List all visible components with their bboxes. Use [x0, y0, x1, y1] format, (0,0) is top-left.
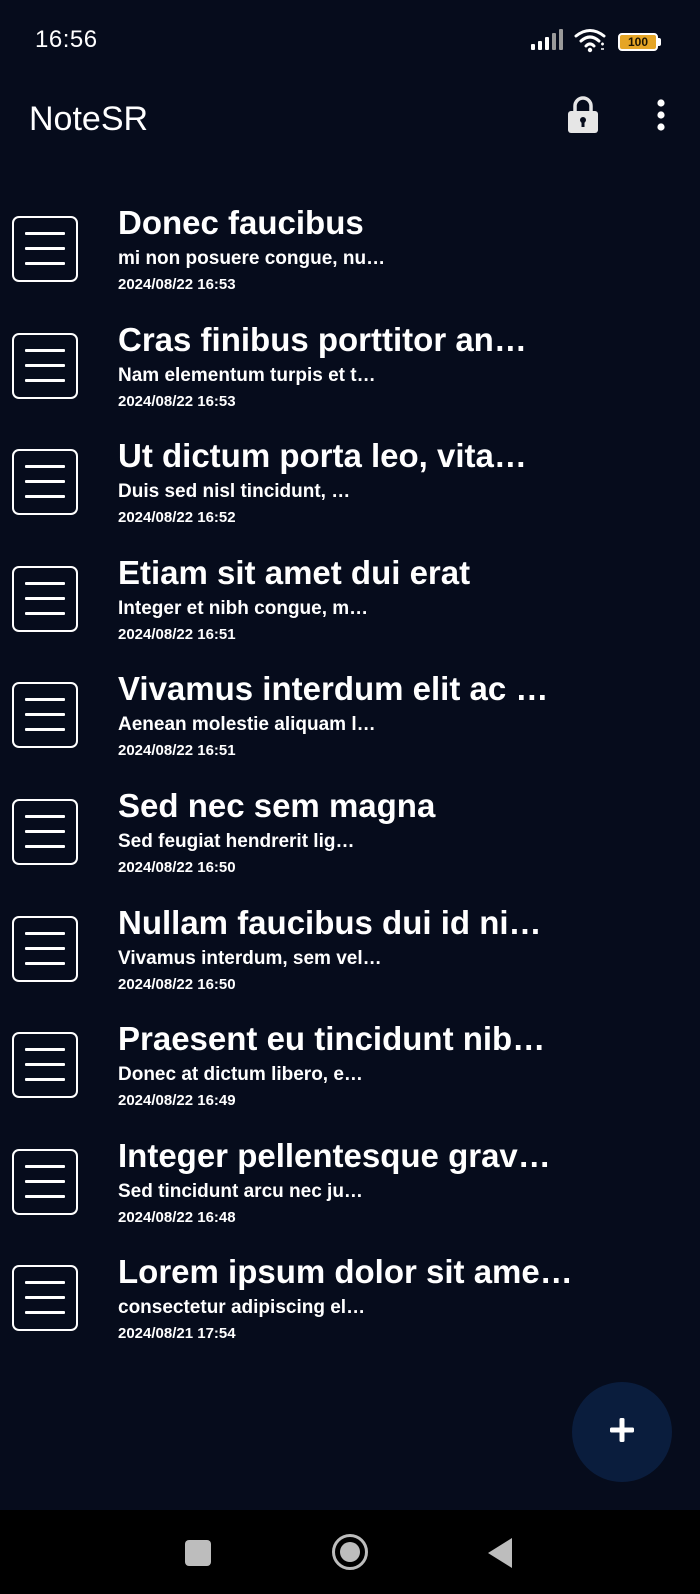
note-date: 2024/08/22 16:53 [118, 276, 236, 293]
note-date: 2024/08/22 16:48 [118, 1208, 236, 1226]
more-vert-icon [656, 98, 666, 137]
note-title: Praesent eu tincidunt nib… [118, 1020, 546, 1058]
note-title: Lorem ipsum dolor sit ame… [118, 1253, 573, 1291]
note-title: Etiam sit amet dui erat [118, 553, 471, 591]
note-list-item[interactable]: Integer pellentesque grav… Sed tincidunt… [0, 1133, 700, 1250]
note-list-item[interactable]: Nullam faucibus dui id ni… Vivamus inter… [0, 900, 700, 1017]
add-note-button[interactable] [572, 1382, 672, 1482]
home-icon[interactable] [332, 1534, 368, 1570]
system-nav-bar [0, 1510, 700, 1594]
note-document-icon [12, 1148, 78, 1215]
note-date: 2024/08/22 16:49 [118, 1092, 236, 1110]
note-document-icon [12, 798, 78, 865]
note-document-icon [12, 682, 78, 749]
note-preview: Sed feugiat hendrerit lig… [118, 830, 355, 852]
note-document-icon [12, 332, 78, 399]
note-preview: Nam elementum turpis et t… [118, 364, 376, 386]
note-title: Integer pellentesque grav… [118, 1136, 551, 1174]
note-list-item[interactable]: Praesent eu tincidunt nib… Donec at dict… [0, 1016, 700, 1133]
status-time: 16:56 [35, 26, 98, 53]
more-options-button[interactable] [646, 97, 676, 137]
note-document-icon [12, 565, 78, 632]
plus-icon [609, 1417, 635, 1448]
signal-icon [530, 28, 564, 56]
note-preview: Aenean molestie aliquam l… [118, 714, 376, 736]
note-date: 2024/08/22 16:53 [118, 392, 236, 410]
note-title: Vivamus interdum elit ac … [118, 670, 549, 708]
app-bar: NoteSR [0, 84, 700, 160]
app-title: NoteSR [29, 100, 149, 138]
note-list-item[interactable]: Donec faucibus mi non posuere congue, nu… [0, 200, 700, 317]
note-document-icon [12, 915, 78, 982]
note-document-icon [12, 1032, 78, 1099]
note-list-item[interactable]: Vivamus interdum elit ac … Aenean molest… [0, 666, 700, 783]
note-preview: Duis sed nisl tincidunt, … [118, 481, 351, 503]
recent-apps-icon[interactable] [185, 1540, 211, 1566]
note-title: Sed nec sem magna [118, 786, 436, 824]
back-icon[interactable] [488, 1538, 512, 1568]
note-date: 2024/08/21 17:54 [118, 1325, 236, 1343]
note-preview: Sed tincidunt arcu nec ju… [118, 1180, 363, 1202]
note-preview: mi non posuere congue, nu… [118, 248, 386, 269]
lock-button[interactable] [566, 95, 600, 139]
note-date: 2024/08/22 16:51 [118, 742, 236, 760]
note-list-item[interactable]: Cras finibus porttitor an… Nam elementum… [0, 317, 700, 434]
battery-tip [658, 38, 661, 46]
note-title: Ut dictum porta leo, vita… [118, 437, 527, 475]
note-list-item[interactable]: Etiam sit amet dui erat Integer et nibh … [0, 550, 700, 667]
battery-level: 100 [618, 33, 658, 51]
note-date: 2024/08/22 16:51 [118, 625, 236, 643]
note-date: 2024/08/22 16:52 [118, 509, 236, 527]
note-title: Cras finibus porttitor an… [118, 320, 527, 358]
home-icon-dot [340, 1542, 360, 1562]
wifi-icon [574, 27, 608, 58]
note-list-item[interactable]: Ut dictum porta leo, vita… Duis sed nisl… [0, 433, 700, 550]
notes-list: Donec faucibus mi non posuere congue, nu… [0, 200, 700, 1366]
note-preview: Vivamus interdum, sem vel… [118, 947, 382, 969]
note-list-item[interactable]: Sed nec sem magna Sed feugiat hendrerit … [0, 783, 700, 900]
note-document-icon [12, 449, 78, 516]
note-title: Nullam faucibus dui id ni… [118, 903, 542, 941]
note-document-icon [12, 1265, 78, 1332]
lock-icon [567, 95, 599, 139]
note-list-item[interactable]: Lorem ipsum dolor sit ame… consectetur a… [0, 1249, 700, 1366]
note-date: 2024/08/22 16:50 [118, 858, 236, 876]
note-preview: Donec at dictum libero, e… [118, 1064, 363, 1086]
note-title: Donec faucibus [118, 204, 364, 241]
note-date: 2024/08/22 16:50 [118, 975, 236, 993]
note-document-icon [12, 216, 78, 282]
status-bar: 16:56 100 [0, 0, 700, 84]
battery-icon: 100 [618, 32, 662, 52]
note-preview: Integer et nibh congue, m… [118, 597, 369, 619]
note-preview: consectetur adipiscing el… [118, 1297, 366, 1319]
status-icons: 100 [530, 28, 662, 56]
